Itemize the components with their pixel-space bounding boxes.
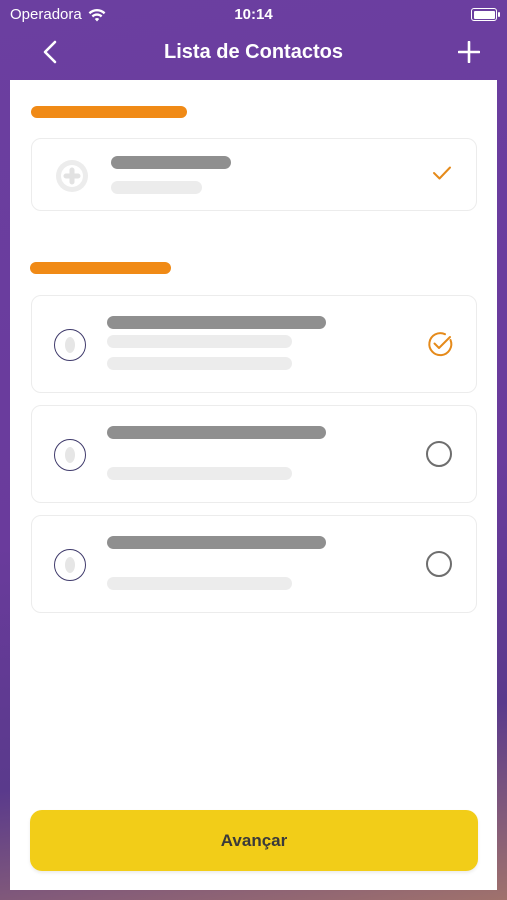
contact-card[interactable] [31, 405, 477, 503]
contact-name-placeholder [107, 426, 326, 439]
radio-checked-icon[interactable] [426, 330, 454, 358]
page-title: Lista de Contactos [164, 41, 343, 63]
radio-empty-icon[interactable] [426, 551, 452, 577]
contact-detail-placeholder [107, 467, 292, 480]
contact-card[interactable] [31, 295, 477, 393]
contact-detail-placeholder [107, 577, 292, 590]
avatar [54, 549, 86, 581]
content-sheet: Avançar [10, 80, 497, 890]
status-bar: Operadora 10:14 [0, 0, 507, 30]
person-icon [65, 557, 75, 573]
plus-icon [458, 41, 480, 63]
person-icon [65, 447, 75, 463]
contact-card-checked[interactable] [31, 138, 477, 211]
advance-button[interactable]: Avançar [30, 810, 478, 871]
person-icon [65, 337, 75, 353]
avatar [54, 439, 86, 471]
contact-name-placeholder [107, 316, 326, 329]
avatar [56, 160, 88, 192]
contact-card[interactable] [31, 515, 477, 613]
contact-name-placeholder [111, 156, 231, 169]
checkmark-icon [433, 166, 451, 180]
contact-name-placeholder [107, 536, 326, 549]
clock: 10:14 [234, 6, 273, 23]
radio-empty-icon[interactable] [426, 441, 452, 467]
plus-circle-icon [61, 165, 83, 187]
section-header-placeholder [30, 262, 171, 274]
contact-detail-placeholder [107, 335, 292, 348]
contact-detail-placeholder [107, 357, 292, 370]
add-contact-button[interactable] [453, 36, 485, 68]
section-header-placeholder [31, 106, 187, 118]
avatar [54, 329, 86, 361]
battery-icon [471, 8, 500, 21]
contact-detail-placeholder [111, 181, 202, 194]
navigation-bar: Lista de Contactos [0, 30, 507, 78]
